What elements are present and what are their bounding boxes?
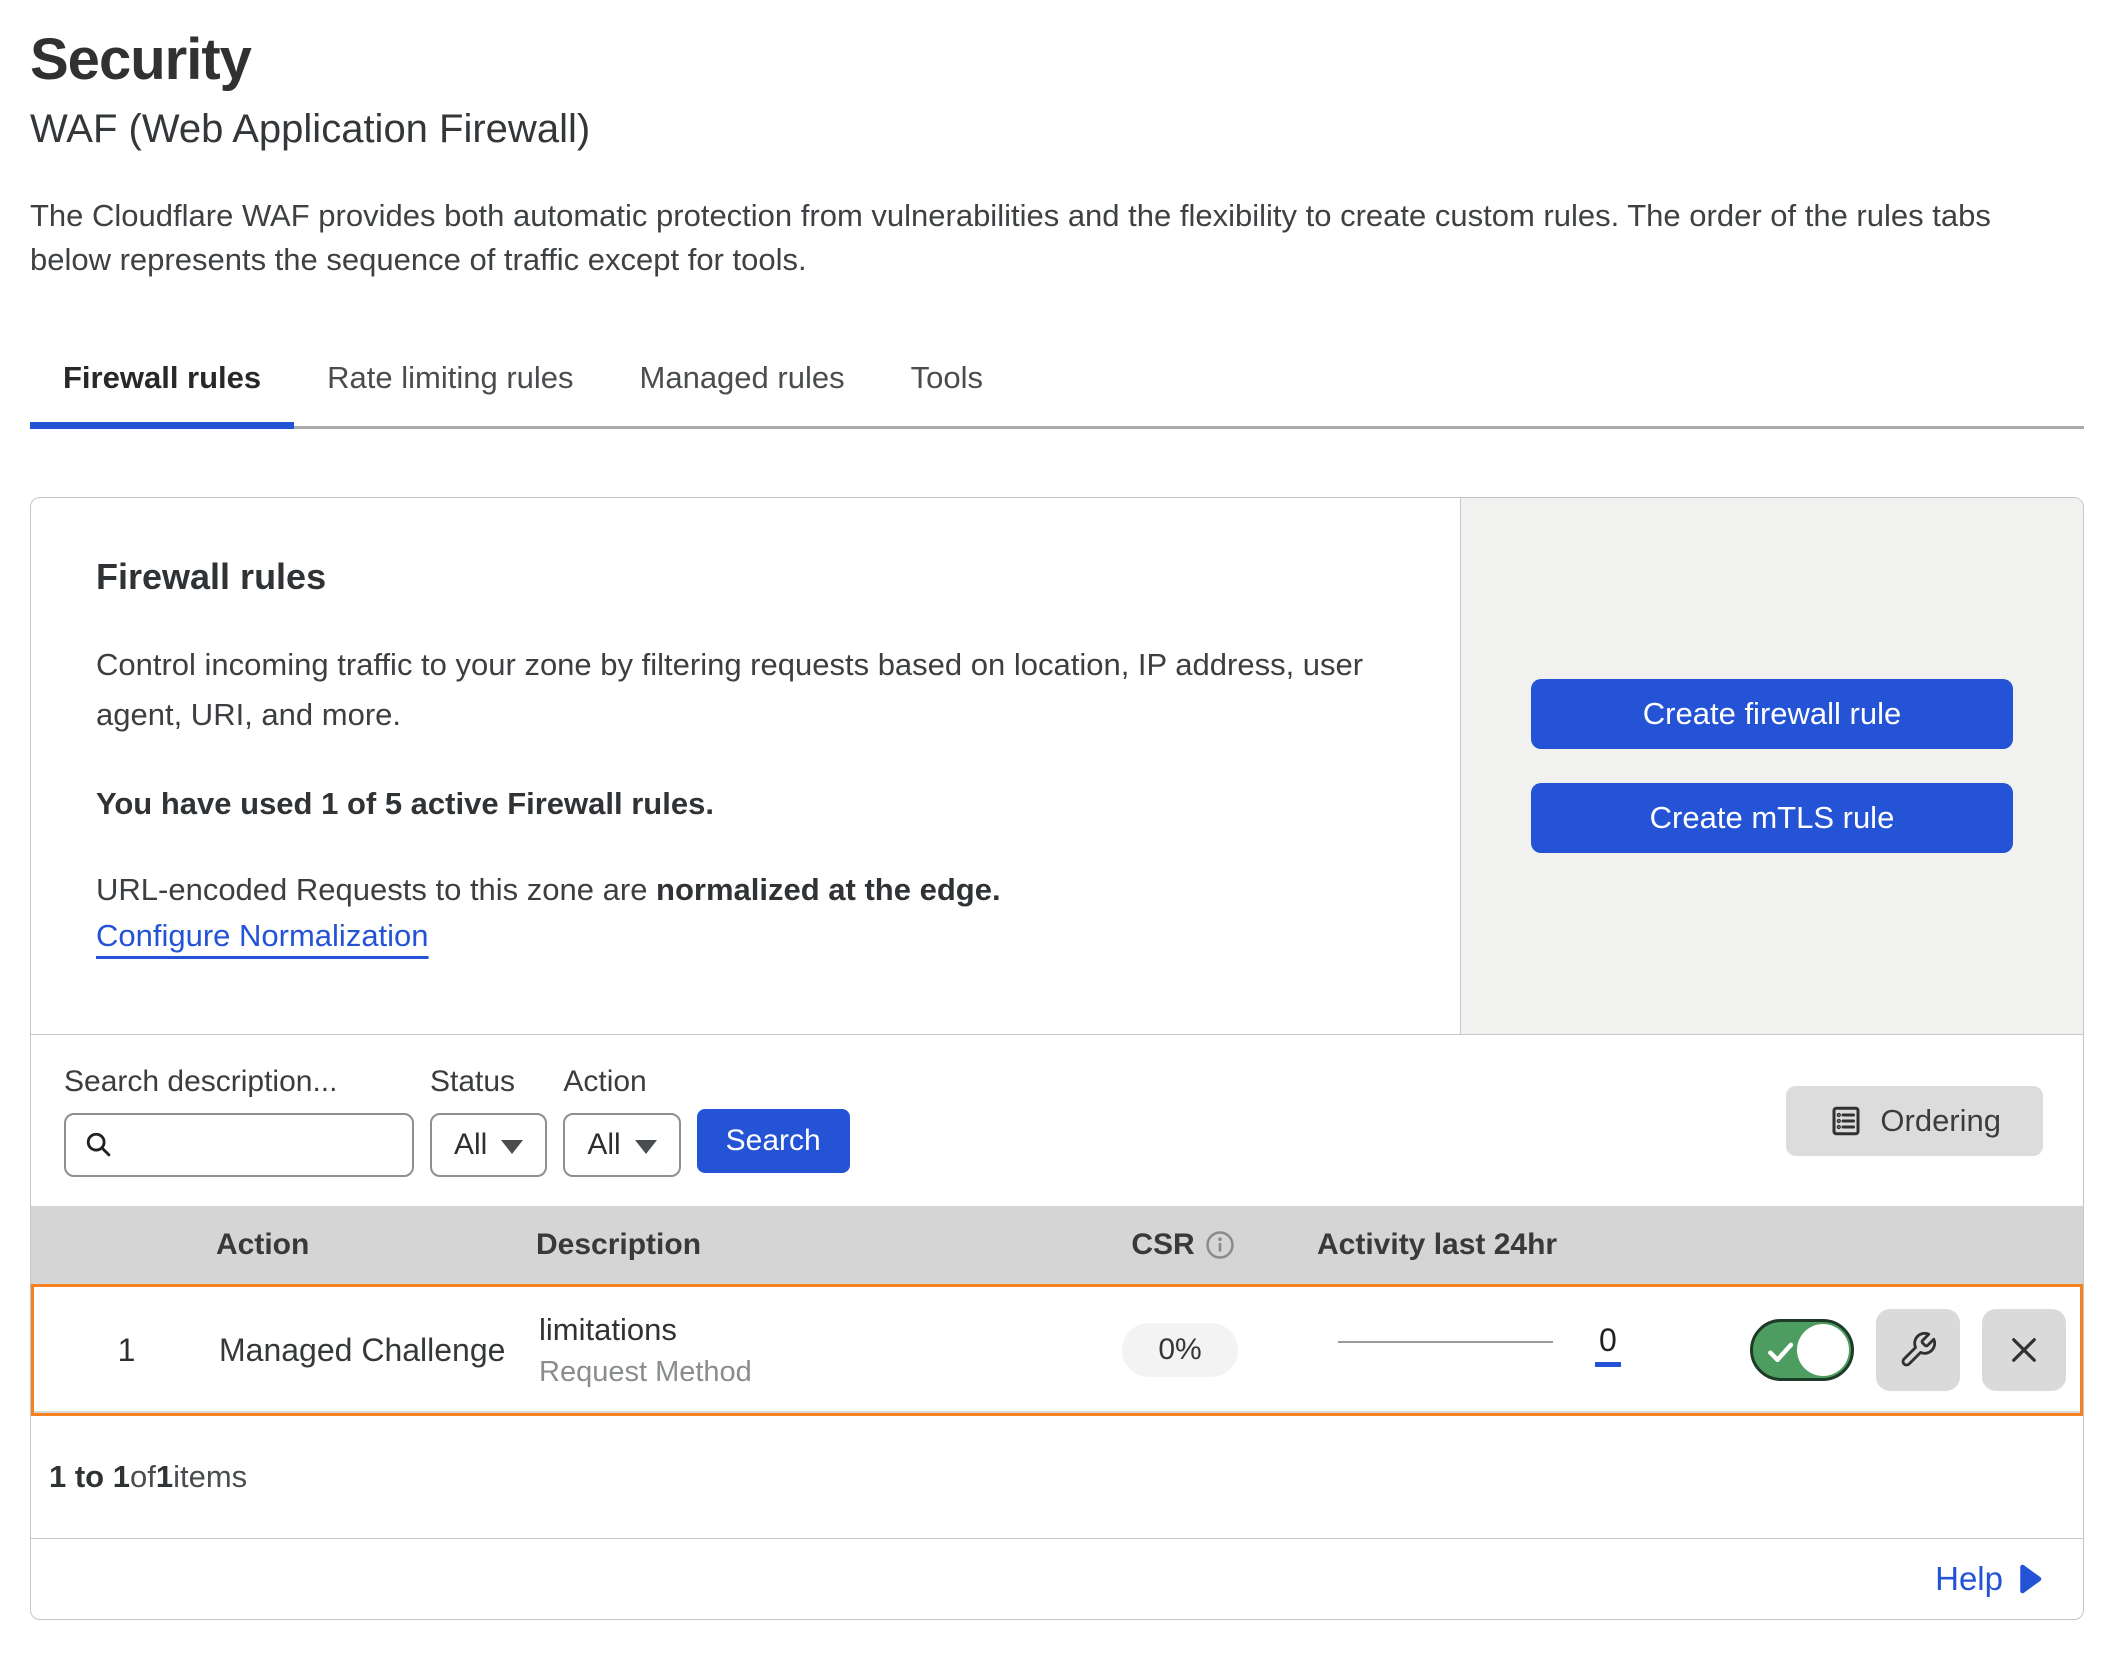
- items-of: of: [130, 1459, 156, 1495]
- rule-row[interactable]: 1 Managed Challenge limitations Request …: [31, 1284, 2083, 1416]
- items-total: 1: [156, 1459, 173, 1495]
- card-heading: Firewall rules: [96, 556, 1395, 598]
- configure-normalization-link[interactable]: Configure Normalization: [96, 918, 429, 953]
- wrench-icon: [1898, 1330, 1938, 1370]
- search-icon: [82, 1128, 116, 1162]
- rule-expression: Request Method: [539, 1356, 1050, 1389]
- tab-firewall-rules[interactable]: Firewall rules: [30, 360, 294, 426]
- help-link[interactable]: Help: [1935, 1560, 2043, 1598]
- filter-toolbar: Search description... Status All: [31, 1035, 2083, 1206]
- toggle-knob: [1797, 1324, 1849, 1376]
- items-word: items: [173, 1459, 247, 1495]
- card-overview-section: Firewall rules Control incoming traffic …: [31, 498, 2083, 1035]
- tab-rate-limiting-rules[interactable]: Rate limiting rules: [294, 360, 606, 426]
- page-subtitle: WAF (Web Application Firewall): [30, 107, 2084, 152]
- header-csr-label: CSR: [1131, 1228, 1194, 1262]
- items-count: 1 to 1 of 1 items: [31, 1416, 2083, 1538]
- normalization-prefix: URL-encoded Requests to this zone are: [96, 872, 656, 907]
- info-icon[interactable]: [1205, 1230, 1235, 1260]
- firewall-rules-card: Firewall rules Control incoming traffic …: [30, 497, 2084, 1620]
- status-dropdown-value: All: [454, 1128, 487, 1162]
- waf-page: Security WAF (Web Application Firewall) …: [0, 26, 2114, 1620]
- rule-activity-cell: 0: [1310, 1324, 1750, 1377]
- rule-controls: [1750, 1309, 2080, 1391]
- chevron-down-icon: [501, 1140, 523, 1154]
- action-filter-group: Action All: [563, 1065, 680, 1177]
- action-dropdown[interactable]: All: [563, 1113, 680, 1177]
- search-label: Search description...: [64, 1065, 414, 1099]
- normalization-bold: normalized at the edge.: [656, 872, 1001, 907]
- ordering-button-label: Ordering: [1880, 1103, 2001, 1139]
- normalization-note: URL-encoded Requests to this zone are no…: [96, 872, 1395, 908]
- rule-description: limitations: [539, 1312, 1050, 1348]
- header-activity: Activity last 24hr: [1313, 1228, 1753, 1262]
- search-input[interactable]: [128, 1128, 396, 1161]
- tab-managed-rules[interactable]: Managed rules: [607, 360, 878, 426]
- items-range: 1 to 1: [49, 1459, 130, 1495]
- status-label: Status: [430, 1065, 547, 1099]
- help-label: Help: [1935, 1560, 2003, 1598]
- edit-rule-button[interactable]: [1876, 1309, 1960, 1391]
- search-box: [64, 1113, 414, 1177]
- create-actions-panel: Create firewall rule Create mTLS rule: [1460, 498, 2083, 1034]
- check-icon: [1764, 1335, 1798, 1369]
- rule-action: Managed Challenge: [219, 1332, 539, 1369]
- card-description: Control incoming traffic to your zone by…: [96, 640, 1395, 740]
- close-icon: [2005, 1331, 2043, 1369]
- arrow-right-icon: [2017, 1564, 2043, 1594]
- search-button[interactable]: Search: [697, 1109, 850, 1173]
- chevron-down-icon: [635, 1140, 657, 1154]
- page-intro: The Cloudflare WAF provides both automat…: [30, 194, 2080, 282]
- tab-tools[interactable]: Tools: [878, 360, 1016, 426]
- rule-enabled-toggle[interactable]: [1750, 1319, 1854, 1381]
- create-firewall-rule-button[interactable]: Create firewall rule: [1531, 679, 2013, 749]
- overview-text-block: Firewall rules Control incoming traffic …: [31, 498, 1460, 1034]
- header-csr: CSR: [1053, 1228, 1313, 1262]
- action-dropdown-value: All: [587, 1128, 620, 1162]
- rule-description-cell: limitations Request Method: [539, 1312, 1050, 1389]
- search-group: Search description...: [64, 1065, 414, 1177]
- activity-sparkline: [1338, 1341, 1553, 1343]
- activity-count-link[interactable]: 0: [1595, 1324, 1621, 1367]
- help-bar: Help: [31, 1538, 2083, 1619]
- ordering-list-icon: [1828, 1103, 1864, 1139]
- csr-badge: 0%: [1122, 1323, 1237, 1377]
- header-description: Description: [536, 1228, 1053, 1262]
- rules-table-header: Action Description CSR Activity last 24h…: [31, 1206, 2083, 1284]
- header-action: Action: [216, 1228, 536, 1262]
- rule-csr-cell: 0%: [1050, 1323, 1310, 1377]
- usage-summary: You have used 1 of 5 active Firewall rul…: [96, 786, 1395, 822]
- create-mtls-rule-button[interactable]: Create mTLS rule: [1531, 783, 2013, 853]
- filter-controls: Search description... Status All: [64, 1065, 850, 1177]
- status-filter-group: Status All: [430, 1065, 547, 1177]
- ordering-button[interactable]: Ordering: [1786, 1086, 2043, 1156]
- page-title: Security: [30, 26, 2084, 93]
- status-dropdown[interactable]: All: [430, 1113, 547, 1177]
- action-label: Action: [563, 1065, 680, 1099]
- delete-rule-button[interactable]: [1982, 1309, 2066, 1391]
- waf-tabs: Firewall rules Rate limiting rules Manag…: [30, 360, 2084, 429]
- rule-priority: 1: [34, 1332, 219, 1369]
